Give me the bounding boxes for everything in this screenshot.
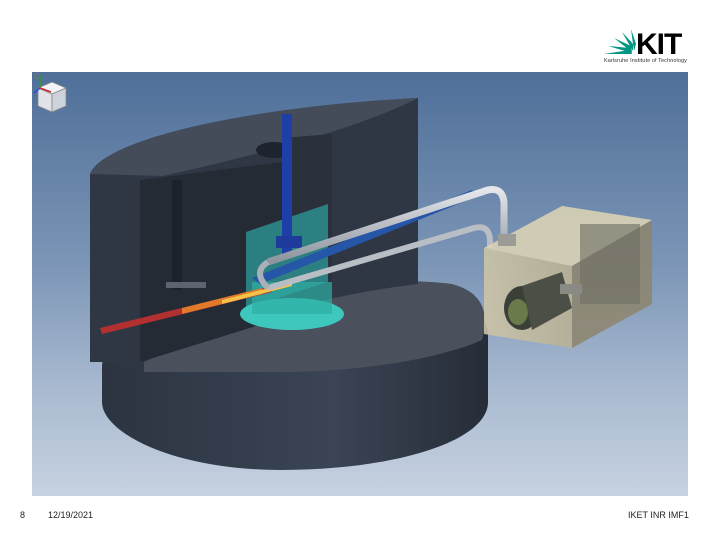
- cad-model-drawing: [90, 98, 652, 470]
- logo-tagline: Karlsruhe Institute of Technology: [604, 58, 687, 64]
- detector-housing: [484, 206, 652, 348]
- slide-date: 12/19/2021: [48, 510, 94, 520]
- axis-triad-icon: [33, 75, 52, 94]
- cad-viewport[interactable]: [32, 72, 688, 496]
- presentation-slide: KIT Karlsruhe Institute of Technology 8 …: [0, 0, 720, 540]
- vertical-rod: [282, 114, 292, 254]
- svg-text:KIT: KIT: [636, 28, 682, 61]
- page-number: 8: [20, 510, 26, 520]
- institute-label: IKET INR IMF1: [628, 510, 689, 520]
